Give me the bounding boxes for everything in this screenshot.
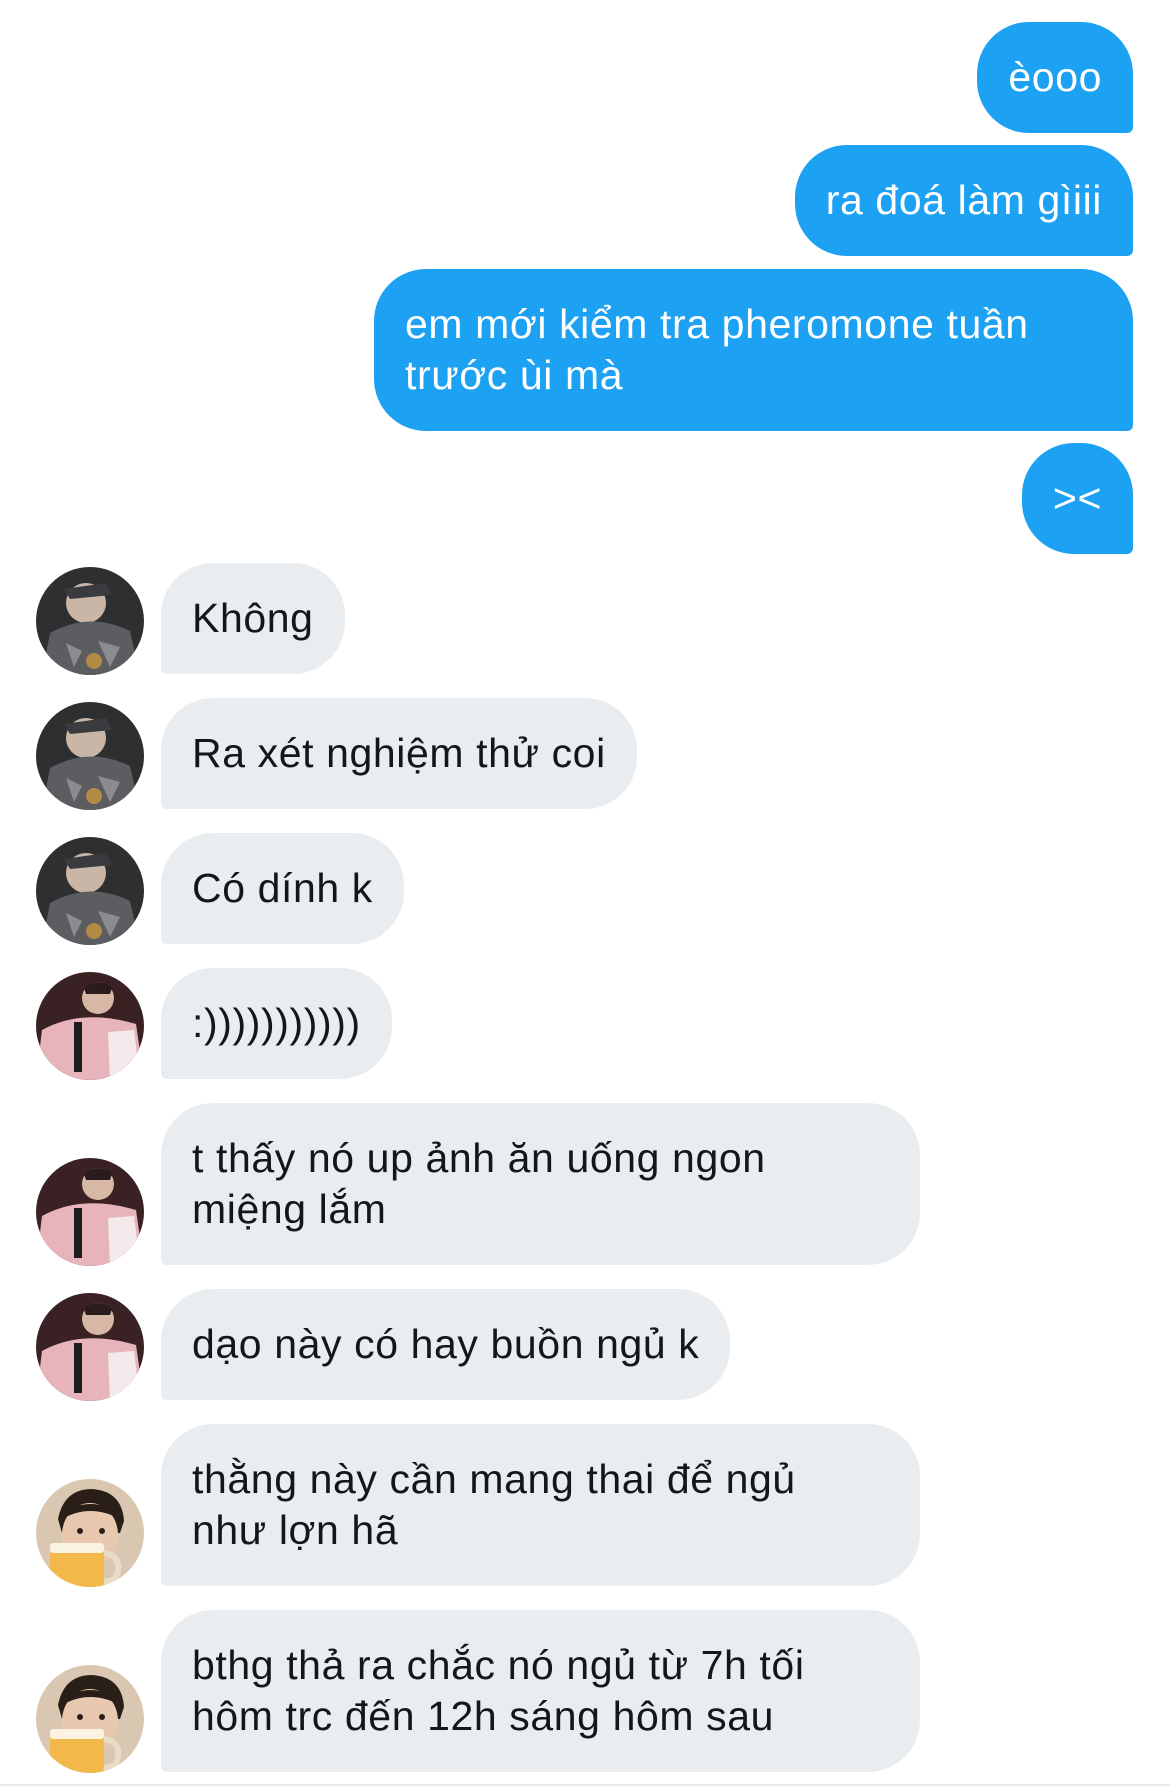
message-bubble-sent[interactable]: em mới kiểm tra pheromone tuần trước ùi … (374, 269, 1133, 431)
message-bubble-received[interactable]: t thấy nó up ảnh ăn uống ngon miệng lắm (161, 1103, 920, 1265)
message-bubble-received[interactable]: :))))))))))) (161, 968, 392, 1079)
message-bubble-received[interactable]: Không (161, 563, 345, 674)
message-bubble-received[interactable]: dạo này có hay buồn ngủ k (161, 1289, 731, 1400)
message-bubble-received[interactable]: Có dính k (161, 833, 404, 944)
avatar[interactable] (36, 702, 144, 810)
avatar[interactable] (36, 1479, 144, 1587)
message-bubble-sent[interactable]: >< (1021, 443, 1133, 554)
avatar[interactable] (36, 567, 144, 675)
message-bubble-sent[interactable]: èooo (977, 22, 1133, 133)
message-bubble-received[interactable]: thằng này cần mang thai để ngủ như lợn h… (161, 1424, 920, 1586)
avatar[interactable] (36, 837, 144, 945)
message-bubble-received[interactable]: bthg thả ra chắc nó ngủ từ 7h tối hôm tr… (161, 1610, 920, 1772)
message-bubble-sent[interactable]: ra đoá làm gìiii (794, 145, 1133, 256)
avatar[interactable] (36, 1293, 144, 1401)
avatar[interactable] (36, 972, 144, 1080)
message-bubble-received[interactable]: Ra xét nghiệm thử coi (161, 698, 637, 809)
avatar[interactable] (36, 1665, 144, 1773)
avatar[interactable] (36, 1158, 144, 1266)
